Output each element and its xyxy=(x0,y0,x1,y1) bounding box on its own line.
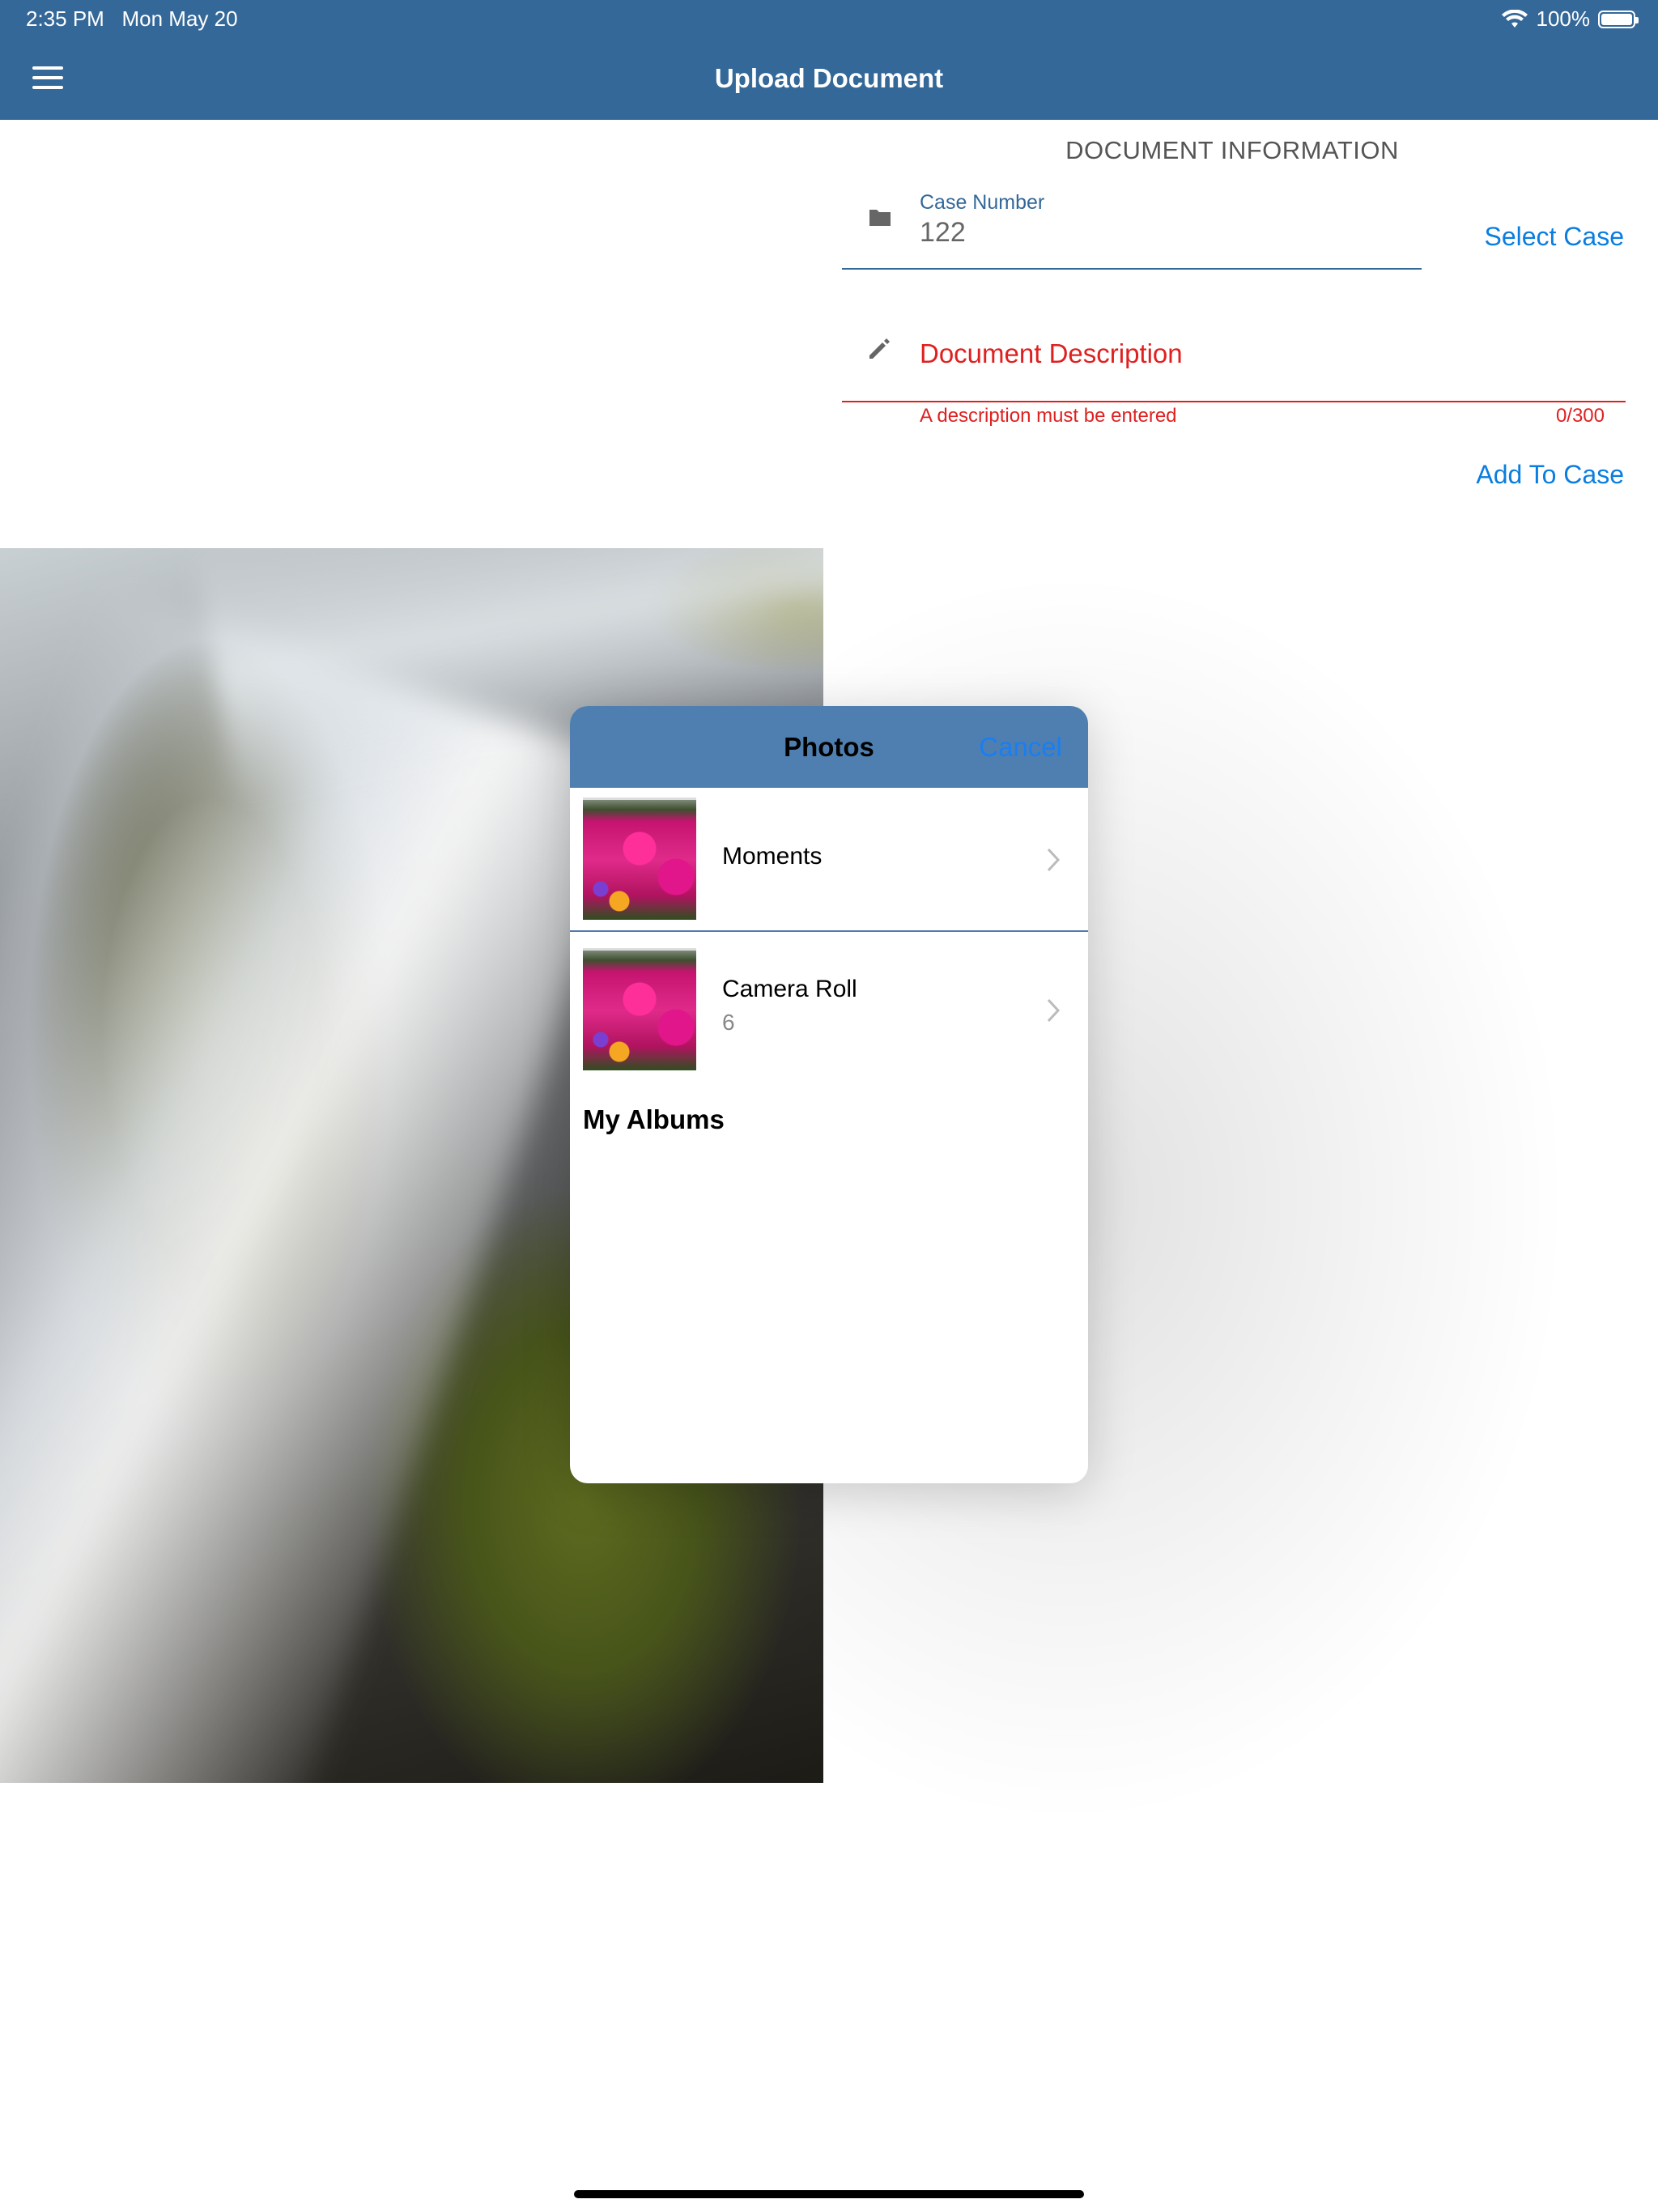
battery-icon xyxy=(1598,10,1639,28)
status-date-text: Mon May 20 xyxy=(121,6,238,31)
cancel-button[interactable]: Cancel xyxy=(979,732,1062,763)
select-case-button[interactable]: Select Case xyxy=(1484,222,1624,252)
album-count: 6 xyxy=(722,1010,735,1035)
home-indicator[interactable] xyxy=(574,2190,1084,2198)
top-bar: 2:35 PM Mon May 20 100% Upload Document xyxy=(0,0,1658,120)
album-name: Moments xyxy=(722,843,823,870)
chevron-right-icon xyxy=(1047,998,1061,1023)
add-to-case-button[interactable]: Add To Case xyxy=(1476,460,1624,490)
album-thumbnail xyxy=(583,798,696,920)
description-char-counter: 0/300 xyxy=(1555,405,1605,427)
album-thumbnail xyxy=(583,948,696,1070)
case-number-field[interactable]: 122 xyxy=(920,217,966,249)
case-number-label: Case Number xyxy=(920,191,1045,214)
my-albums-heading: My Albums xyxy=(583,1104,725,1134)
popover-header: Photos Cancel xyxy=(570,706,1088,788)
chevron-right-icon xyxy=(1047,848,1061,872)
description-underline xyxy=(842,401,1626,402)
battery-percent: 100% xyxy=(1536,6,1591,31)
status-indicators: 100% xyxy=(1501,6,1639,32)
wifi-icon xyxy=(1501,9,1528,28)
document-description-input[interactable]: Document Description xyxy=(920,338,1183,369)
status-time: 2:35 PM Mon May 20 xyxy=(26,6,238,32)
status-time-text: 2:35 PM xyxy=(26,6,104,31)
description-error-text: A description must be entered xyxy=(920,405,1177,427)
pencil-icon xyxy=(869,338,890,359)
album-row-moments[interactable]: Moments xyxy=(570,788,1088,932)
case-number-underline xyxy=(842,268,1422,270)
album-row-camera-roll[interactable]: Camera Roll 6 xyxy=(570,938,1088,1081)
page-title: Upload Document xyxy=(714,63,944,93)
folder-icon xyxy=(869,210,891,226)
album-name: Camera Roll xyxy=(722,976,857,1002)
section-title: DOCUMENT INFORMATION xyxy=(1065,136,1399,164)
photos-popover: Photos Cancel Moments Camera Roll 6 My A… xyxy=(570,706,1088,1483)
